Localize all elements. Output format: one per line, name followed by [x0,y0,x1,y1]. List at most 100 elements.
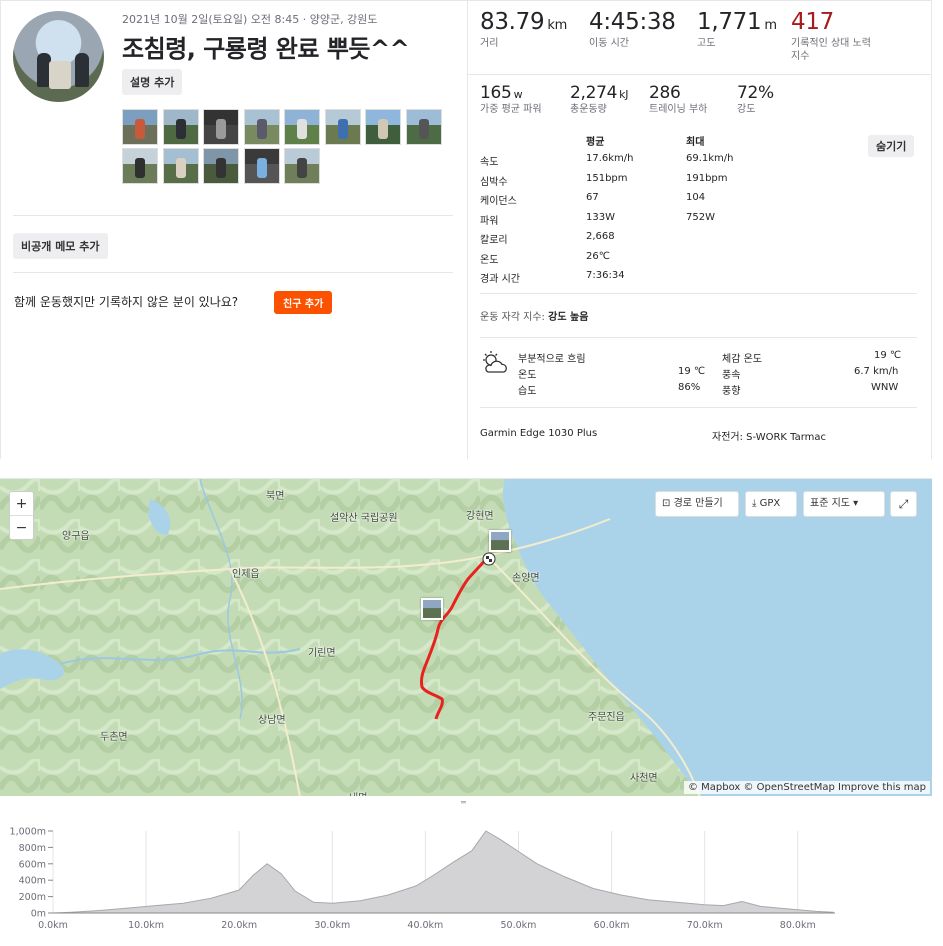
route-map[interactable]: 북면설악산 국립공원 강현면양구읍인제읍 손양면기린면상남면두촌면 주문진읍사천면내면… [0,478,932,796]
photo-thumbnail[interactable] [405,109,442,145]
x-tick-label: 0.0km [38,920,68,931]
photo-thumbnail[interactable] [284,148,320,184]
divider [13,272,453,273]
y-tick-label: 1,000m [10,827,46,838]
hide-details-button[interactable]: 숨기기 [868,135,915,157]
avatar-person [75,53,89,87]
weather-direction: WNW [871,382,899,393]
map-place-label: 상남면 [258,715,286,726]
stat-elevation: 1,771 m 고도 [697,9,777,49]
gpx-download-button[interactable]: ⤓ GPX [745,491,797,517]
weather-condition: 부분적으로 흐림 [518,354,586,365]
map-type-dropdown[interactable]: 표준 지도 ▾ [803,491,885,517]
chevron-down-icon: ▾ [853,498,859,509]
photo-thumbnail[interactable] [162,109,199,145]
add-description-button[interactable]: 설명 추가 [122,69,183,95]
map-photo-marker[interactable] [489,530,511,552]
weather-wind-label: 풍속 [722,370,741,381]
detail-max: 69.1km/h [686,153,734,164]
detail-row: 경과 시간 7:36:34 [480,270,840,289]
weather-temp: 19 ℃ [678,366,706,377]
detail-row: 온도 26℃ [480,251,840,270]
photo-thumbnail[interactable] [162,148,199,184]
zoom-in-button[interactable]: + [10,492,33,516]
photo-thumbnail[interactable] [122,148,158,184]
fullscreen-button[interactable]: ⤢ [890,491,917,517]
map-place-label: 주문진읍 [588,712,625,723]
x-tick-label: 80.0km [780,920,816,931]
finish-flag-icon [482,552,496,566]
column-header: 최대 [686,137,705,148]
perceived-exertion: 운동 자각 지수: 강도 높음 [480,312,589,323]
bike-name[interactable]: 자전거: S-WORK Tarmac [712,428,826,443]
detail-average: 7:36:34 [586,270,625,281]
photo-thumbnail[interactable] [243,148,280,184]
photo-thumbnail[interactable] [122,109,158,145]
map-place-label: 북면 [266,491,285,502]
device-name: Garmin Edge 1030 Plus [480,428,598,439]
divider [13,215,453,216]
detail-average: 67 [586,192,599,203]
private-note-button[interactable]: 비공개 메모 추가 [13,233,108,259]
stat-distance: 83.79 km 거리 [480,9,567,49]
divider [480,337,917,338]
weather-humidity: 86% [678,382,701,393]
y-tick-label: 200m [19,892,46,903]
stat-total-work: 2,274 kJ 총운동량 [570,83,629,115]
photo-thumbnail[interactable] [365,109,401,145]
map-canvas [0,479,932,796]
detail-label: 심박수 [480,176,508,188]
avatar[interactable] [13,11,104,102]
zoom-control: + − [9,491,34,540]
activity-meta: 2021년 10월 2일(토요일) 오전 8:45 · 양양군, 강원도 [122,13,378,26]
map-attribution[interactable]: © Mapbox © OpenStreetMap Improve this ma… [683,781,930,794]
secondary-stats: 165 w 가중 평균 파워 2,274 kJ 총운동량 286 트레이닝 부하 7… [468,75,931,125]
photo-thumbnail[interactable] [324,109,361,145]
weather-wind: 6.7 km/h [854,366,899,377]
detail-average: 151bpm [586,172,628,184]
x-tick-label: 10.0km [128,920,164,931]
elevation-area [52,830,834,914]
divider [480,407,917,408]
weather-direction-label: 풍향 [722,386,741,397]
map-photo-marker[interactable] [421,598,443,620]
map-place-label: 사천면 [630,773,658,784]
map-place-label: 설악산 국립공원 [330,513,398,524]
photo-thumbnail[interactable] [284,109,320,145]
x-tick-label: 60.0km [594,920,630,931]
map-place-label: 강현면 [466,511,494,522]
route-builder-button[interactable]: ⊡ 경로 만들기 [655,491,739,517]
weather-humidity-label: 습도 [518,386,537,397]
photo-thumbnail[interactable] [203,148,239,184]
elevation-chart[interactable]: 1,000m 800m 600m 400m 200m 0m 0.0km 10.0km 20.0… [0,806,943,946]
stat-intensity: 72% 강도 [737,83,774,115]
detail-label: 칼로리 [480,235,508,246]
map-place-label: 두촌면 [100,732,128,743]
detail-row: 파워 133W 752W [480,212,840,231]
stat-relative-effort[interactable]: 417 기록적인 상대 노력 지수 [791,9,879,63]
x-tick-label: 70.0km [687,920,723,931]
map-place-label: 기린면 [308,648,336,659]
detail-label: 경과 시간 [480,274,520,285]
stat-moving-time: 4:45:38 이동 시간 [589,9,676,49]
primary-stats: 83.79 km 거리 4:45:38 이동 시간 1,771 m 고도 417 기… [468,1,931,75]
map-place-label: 인제읍 [232,569,260,580]
detail-average: 17.6km/h [586,153,634,164]
column-header: 평균 [586,137,605,148]
detail-row: 속도 17.6km/h 69.1km/h [480,153,840,172]
friends-question: 함께 운동했지만 기록하지 않은 분이 있나요? [14,295,239,309]
zoom-out-button[interactable]: − [10,516,33,540]
download-icon: ⤓ [752,498,757,509]
weather-temp-label: 온도 [518,370,537,381]
photo-thumbnail[interactable] [203,109,239,145]
partly-cloudy-icon [483,351,507,373]
photo-thumbnail[interactable] [243,109,280,145]
detail-max: 752W [686,211,715,223]
stat-training-load: 286 트레이닝 부하 [649,83,708,115]
x-tick-label: 20.0km [221,920,257,931]
activity-title: 조침령, 구룡령 완료 뿌듯^^ [122,35,410,63]
add-friend-button[interactable]: 친구 추가 [274,291,333,314]
detail-row: 심박수 151bpm 191bpm [480,173,840,192]
weather-panel: 부분적으로 흐림 온도 19 ℃ 습도 86% 체감 온도 19 ℃ 풍속 6.… [480,348,917,398]
detail-label: 속도 [480,157,499,168]
